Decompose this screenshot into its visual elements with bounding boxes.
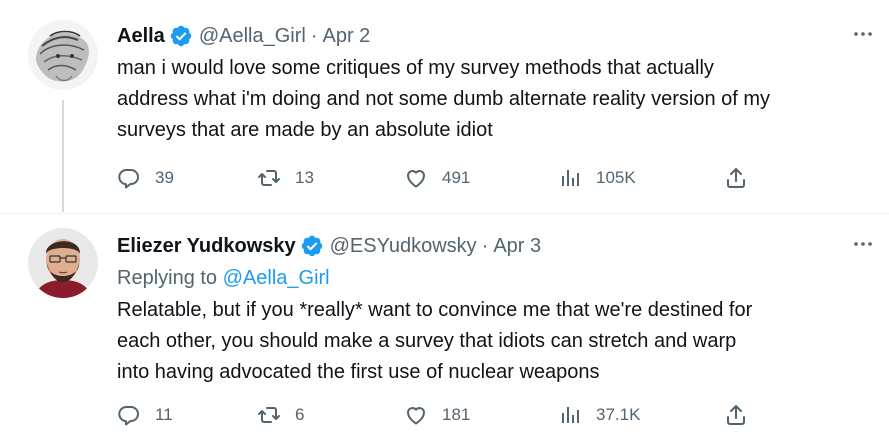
like-button[interactable]: 491 bbox=[404, 163, 470, 193]
like-icon bbox=[407, 407, 425, 425]
tweet-actions: 11 6 181 37.1K bbox=[117, 400, 757, 430]
author-handle[interactable]: @Aella_Girl bbox=[199, 25, 306, 48]
reply-icon bbox=[118, 169, 139, 189]
share-button[interactable] bbox=[724, 400, 748, 430]
verified-badge-icon bbox=[169, 24, 193, 48]
like-count: 491 bbox=[442, 168, 471, 187]
tweet-header: Aella @Aella_Girl · Apr 2 bbox=[117, 22, 875, 50]
more-icon[interactable] bbox=[851, 22, 875, 46]
replying-prefix: Replying to bbox=[117, 267, 223, 289]
author-handle[interactable]: @ESYudkowsky bbox=[330, 235, 477, 258]
replying-to-line: Replying to @Aella_Girl bbox=[117, 264, 875, 292]
tweet-actions: 39 13 491 105K bbox=[117, 163, 757, 193]
verified-badge-icon bbox=[300, 234, 324, 258]
tweet-header: Eliezer Yudkowsky @ESYudkowsky · Apr 3 bbox=[117, 232, 875, 260]
avatar[interactable] bbox=[28, 20, 98, 90]
views-icon bbox=[562, 170, 579, 186]
retweet-count: 6 bbox=[295, 405, 305, 424]
retweet-count: 13 bbox=[295, 168, 314, 187]
retweet-icon bbox=[258, 170, 280, 186]
reply-icon bbox=[118, 406, 139, 426]
separator-dot: · bbox=[310, 24, 318, 47]
retweet-button[interactable]: 13 bbox=[257, 163, 314, 193]
author-name[interactable]: Aella bbox=[117, 25, 165, 48]
share-icon bbox=[727, 168, 745, 188]
avatar[interactable] bbox=[28, 228, 98, 298]
tweet-text: Relatable, but if you *really* want to c… bbox=[117, 299, 753, 383]
views-icon bbox=[562, 407, 579, 423]
tweet-content: Aella @Aella_Girl · Apr 2 man i would lo… bbox=[117, 22, 875, 146]
share-button[interactable] bbox=[724, 163, 748, 193]
views-button[interactable]: 105K bbox=[558, 163, 636, 193]
views-count: 37.1K bbox=[596, 405, 641, 424]
author-name[interactable]: Eliezer Yudkowsky bbox=[117, 235, 296, 258]
tweet-aella[interactable]: Aella @Aella_Girl · Apr 2 man i would lo… bbox=[0, 0, 889, 214]
separator-dot: · bbox=[481, 234, 489, 257]
reply-button[interactable]: 11 bbox=[117, 400, 173, 430]
like-icon bbox=[407, 170, 425, 188]
tweet-content: Eliezer Yudkowsky @ESYudkowsky · Apr 3 R… bbox=[117, 232, 875, 388]
reply-button[interactable]: 39 bbox=[117, 163, 174, 193]
retweet-icon bbox=[258, 407, 280, 423]
replying-to-mention[interactable]: @Aella_Girl bbox=[223, 267, 330, 289]
reply-count: 39 bbox=[155, 168, 174, 187]
retweet-button[interactable]: 6 bbox=[257, 400, 304, 430]
like-button[interactable]: 181 bbox=[404, 400, 470, 430]
tweet-eliezer[interactable]: Eliezer Yudkowsky @ESYudkowsky · Apr 3 R… bbox=[0, 214, 889, 444]
tweet-date[interactable]: Apr 3 bbox=[493, 235, 541, 258]
reply-count: 11 bbox=[155, 405, 173, 424]
tweet-text: man i would love some critiques of my su… bbox=[117, 57, 771, 141]
tweet-date[interactable]: Apr 2 bbox=[323, 25, 371, 48]
views-count: 105K bbox=[596, 168, 636, 187]
views-button[interactable]: 37.1K bbox=[558, 400, 640, 430]
more-icon[interactable] bbox=[851, 232, 875, 256]
like-count: 181 bbox=[442, 405, 471, 424]
share-icon bbox=[727, 405, 745, 425]
